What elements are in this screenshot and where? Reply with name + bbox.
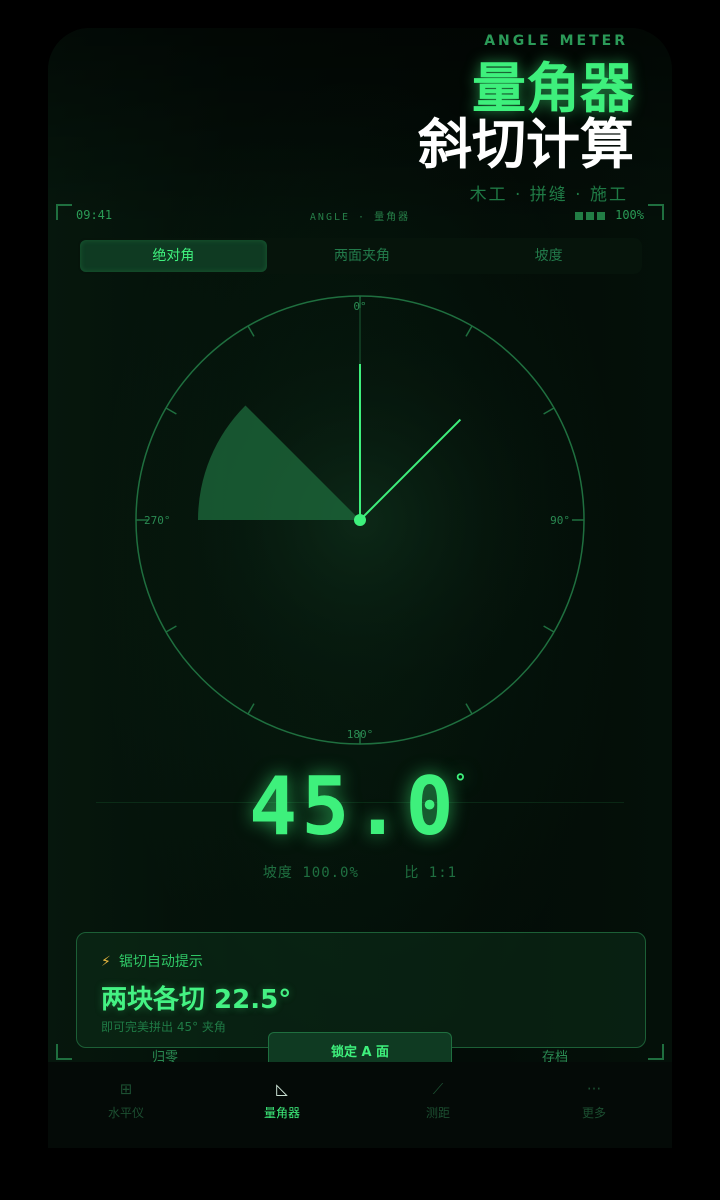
bottom-nav: ⊞ 水平仪 ◺ 量角器 ⟋ 测距 ··· 更多: [48, 1062, 672, 1148]
dial-label-left: 270°: [144, 514, 171, 527]
level-icon: ⊞: [119, 1080, 133, 1098]
battery-icon: [596, 212, 605, 220]
nav-item-more[interactable]: ··· 更多: [516, 1062, 672, 1148]
more-icon: ···: [586, 1080, 602, 1098]
tab-slope[interactable]: 坡度: [455, 238, 642, 274]
saw-tip-card: ⚡ 锯切自动提示 两块各切 22.5° 即可完美拼出 45° 夹角: [76, 932, 646, 1048]
angle-value: 45.0: [249, 760, 458, 853]
lightning-icon: ⚡: [101, 954, 111, 970]
mode-tabs: 绝对角 两面夹角 坡度: [78, 238, 642, 274]
slope-info: 坡度 100.0% 比 1:1: [0, 862, 720, 882]
slope-ratio: 比 1:1: [404, 865, 458, 881]
angle-reading: 45.0°: [0, 760, 720, 853]
tab-dihedral-angle[interactable]: 两面夹角: [269, 238, 456, 274]
nav-label-distance: 测距: [425, 1106, 450, 1120]
dial-label-top: 0°: [353, 300, 366, 313]
tip-title: 锯切自动提示: [118, 954, 203, 970]
ruler-icon: ⟋: [432, 1080, 444, 1098]
tip-header: ⚡ 锯切自动提示: [101, 951, 203, 971]
brand-subtitle: 斜切计算: [418, 113, 634, 176]
dial-label-right: 90°: [550, 514, 570, 527]
dial-center-dot: [354, 514, 366, 526]
angle-dial[interactable]: 0° 90° 180° 270°: [130, 290, 590, 750]
frame-corner-top-left: [56, 204, 72, 220]
slope-percent: 坡度 100.0%: [262, 865, 359, 881]
battery-percent: 100%: [615, 208, 644, 222]
nav-label-more: 更多: [581, 1106, 606, 1120]
dial-label-bottom: 180°: [347, 728, 374, 741]
status-right: 100%: [574, 208, 644, 222]
nav-item-protractor[interactable]: ◺ 量角器: [204, 1062, 360, 1148]
status-center: ANGLE · 量角器: [309, 212, 411, 223]
nav-item-level[interactable]: ⊞ 水平仪: [48, 1062, 204, 1148]
nav-label-level: 水平仪: [107, 1106, 144, 1120]
wifi-icon: [585, 212, 594, 220]
tab-absolute-angle[interactable]: 绝对角: [80, 240, 267, 272]
signal-icon: [574, 212, 583, 220]
protractor-icon: ◺: [276, 1080, 288, 1098]
frame-corner-top-right: [648, 204, 664, 220]
tip-main: 两块各切 22.5°: [101, 985, 292, 1015]
nav-item-distance[interactable]: ⟋ 测距: [360, 1062, 516, 1148]
brand-title: 量角器: [472, 57, 634, 120]
brand-english: ANGLE METER: [484, 33, 628, 49]
angle-unit: °: [453, 771, 471, 796]
status-bar: 09:41 ANGLE · 量角器 100%: [76, 208, 644, 226]
brand-tags: 木工 · 拼缝 · 施工: [469, 185, 628, 205]
nav-label-protractor: 量角器: [263, 1106, 300, 1120]
tip-note: 即可完美拼出 45° 夹角: [101, 1020, 226, 1034]
